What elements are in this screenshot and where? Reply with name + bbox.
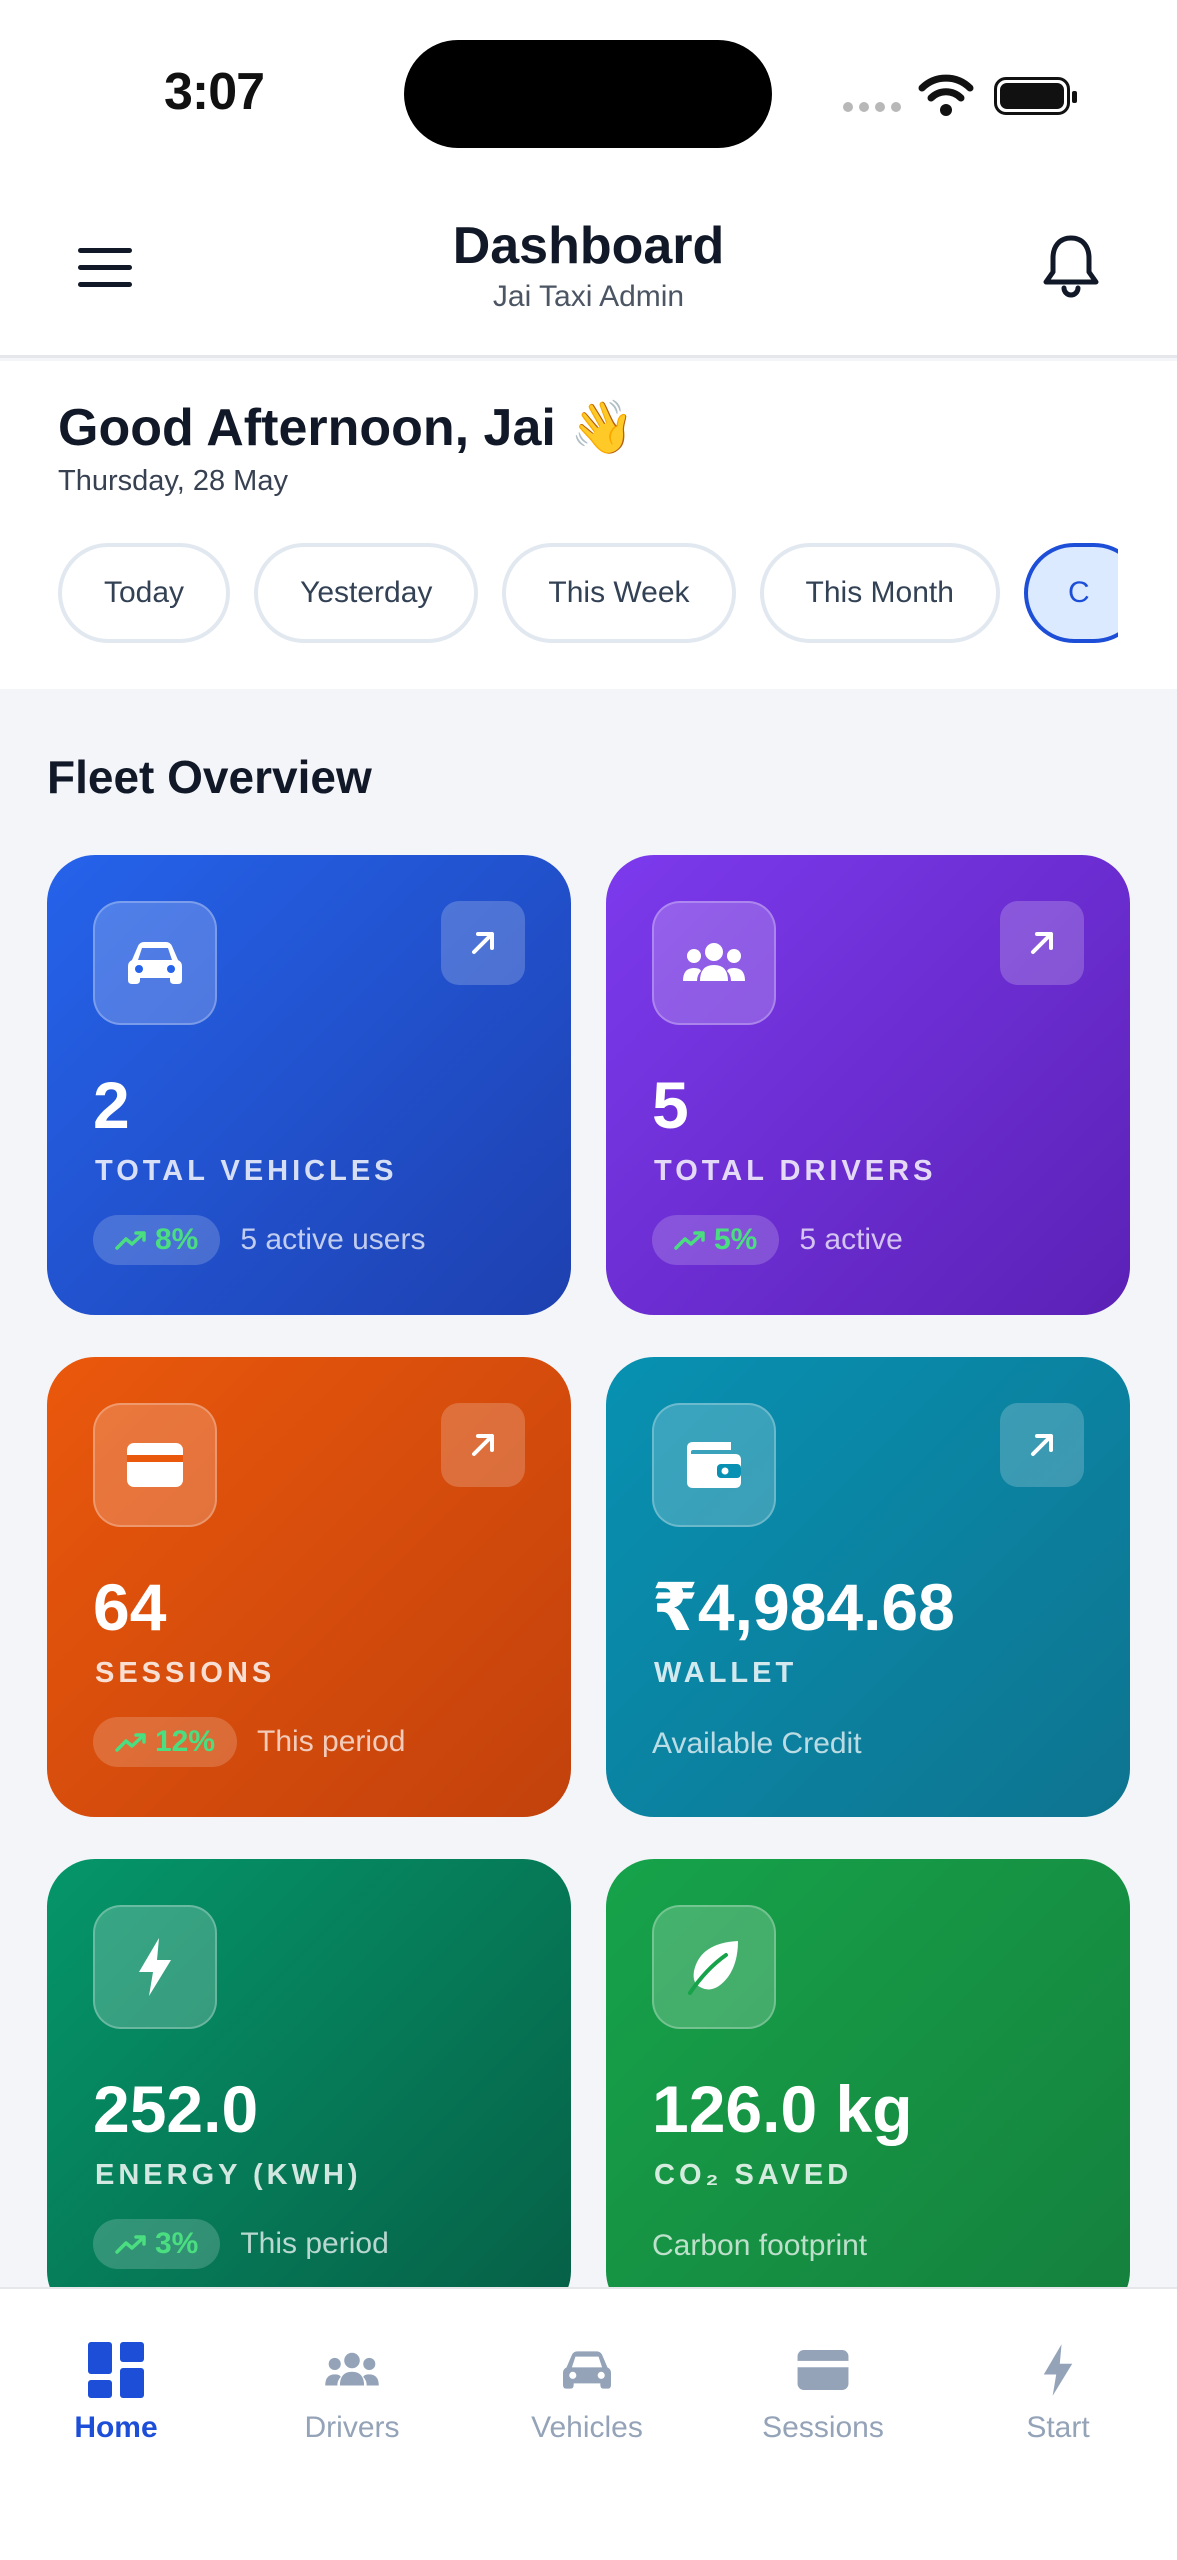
tab-label: Home (74, 2411, 158, 2444)
trend-value: 12% (155, 1725, 216, 1758)
stat-note: 5 active users (240, 1223, 426, 1256)
wifi-icon (918, 74, 974, 116)
stat-card-wallet[interactable]: ₹4,984.68 WALLET Available Credit (606, 1357, 1130, 1817)
trend-badge: 12% (93, 1717, 238, 1767)
greeting-section: Good Afternoon, Jai 👋 Thursday, 28 May T… (0, 361, 1177, 689)
trend-value: 5% (714, 1223, 758, 1256)
filter-yesterday[interactable]: Yesterday (254, 543, 479, 643)
filter-custom[interactable]: C (1023, 543, 1118, 643)
filter-this-week[interactable]: This Week (502, 543, 736, 643)
stat-card-drivers[interactable]: 5 TOTAL DRIVERS 5% 5 active (606, 855, 1130, 1315)
stat-label: TOTAL DRIVERS (654, 1155, 937, 1187)
tab-label: Vehicles (531, 2411, 643, 2444)
stat-note: This period (257, 1725, 406, 1758)
stat-value: 252.0 (93, 2072, 259, 2146)
app-header: Dashboard Jai Taxi Admin (0, 180, 1177, 358)
tab-label: Start (1026, 2411, 1090, 2444)
stat-note: This period (240, 2227, 389, 2260)
section-title: Fleet Overview (47, 751, 372, 803)
open-arrow-icon[interactable] (1000, 901, 1084, 985)
card-icon (723, 2339, 923, 2401)
car-icon (93, 901, 217, 1025)
tab-home[interactable]: Home (16, 2339, 216, 2445)
stat-note: Available Credit (652, 1727, 862, 1760)
bell-icon[interactable] (1040, 232, 1102, 298)
tab-label: Drivers (304, 2411, 400, 2444)
open-arrow-icon[interactable] (441, 1403, 525, 1487)
greeting-title: Good Afternoon, Jai 👋 (58, 399, 636, 457)
signal-icon (843, 102, 901, 112)
stat-value: 126.0 kg (652, 2072, 913, 2146)
car-icon (487, 2339, 687, 2401)
stat-card-sessions[interactable]: 64 SESSIONS 12% This period (47, 1357, 571, 1817)
trend-up-icon (674, 1231, 705, 1250)
status-bar: 3:07 (0, 0, 1177, 180)
trend-badge: 3% (93, 2219, 221, 2269)
card-icon (93, 1403, 217, 1527)
bolt-icon (958, 2339, 1158, 2401)
wallet-icon (652, 1403, 776, 1527)
stat-card-co2[interactable]: 126.0 kg CO₂ SAVED Carbon footprint (606, 1859, 1130, 2319)
grid-icon (16, 2339, 216, 2401)
open-arrow-icon[interactable] (1000, 1403, 1084, 1487)
tab-sessions[interactable]: Sessions (723, 2339, 923, 2445)
stat-value: 2 (93, 1068, 130, 1142)
battery-icon (994, 77, 1077, 115)
bolt-icon (93, 1905, 217, 2029)
filter-this-month[interactable]: This Month (759, 543, 1000, 643)
users-icon (252, 2339, 452, 2401)
open-arrow-icon[interactable] (441, 901, 525, 985)
page-title: Dashboard (452, 217, 725, 275)
dynamic-island (404, 40, 772, 148)
stat-value: ₹4,984.68 (652, 1570, 955, 1644)
greeting-date: Thursday, 28 May (58, 465, 288, 497)
users-icon (652, 901, 776, 1025)
trend-value: 3% (155, 2227, 199, 2260)
trend-up-icon (115, 1733, 146, 1752)
tab-start[interactable]: Start (958, 2339, 1158, 2445)
tab-vehicles[interactable]: Vehicles (487, 2339, 687, 2445)
trend-up-icon (115, 1231, 146, 1250)
period-filter-bar: Today Yesterday This Week This Month C (58, 543, 1118, 643)
trend-up-icon (115, 2235, 146, 2254)
stat-note: Carbon footprint (652, 2229, 868, 2262)
bottom-tab-bar: Home Drivers Vehicles Sessions Start (0, 2287, 1177, 2560)
trend-badge: 5% (652, 1215, 780, 1265)
status-time: 3:07 (164, 63, 265, 121)
stat-note: 5 active (799, 1223, 903, 1256)
leaf-icon (652, 1905, 776, 2029)
stat-label: SESSIONS (95, 1657, 276, 1689)
trend-badge: 8% (93, 1215, 221, 1265)
page-subtitle: Jai Taxi Admin (492, 280, 685, 313)
stat-card-vehicles[interactable]: 2 TOTAL VEHICLES 8% 5 active users (47, 855, 571, 1315)
stat-label: TOTAL VEHICLES (95, 1155, 398, 1187)
stat-value: 5 (652, 1068, 689, 1142)
tab-label: Sessions (762, 2411, 884, 2444)
trend-value: 8% (155, 1223, 199, 1256)
stat-value: 64 (93, 1570, 167, 1644)
filter-today[interactable]: Today (58, 543, 231, 643)
stat-label: CO₂ SAVED (654, 2159, 853, 2191)
stat-card-energy[interactable]: 252.0 ENERGY (KWH) 3% This period (47, 1859, 571, 2319)
stat-label: WALLET (654, 1657, 798, 1689)
tab-drivers[interactable]: Drivers (252, 2339, 452, 2445)
stat-label: ENERGY (KWH) (95, 2159, 362, 2191)
